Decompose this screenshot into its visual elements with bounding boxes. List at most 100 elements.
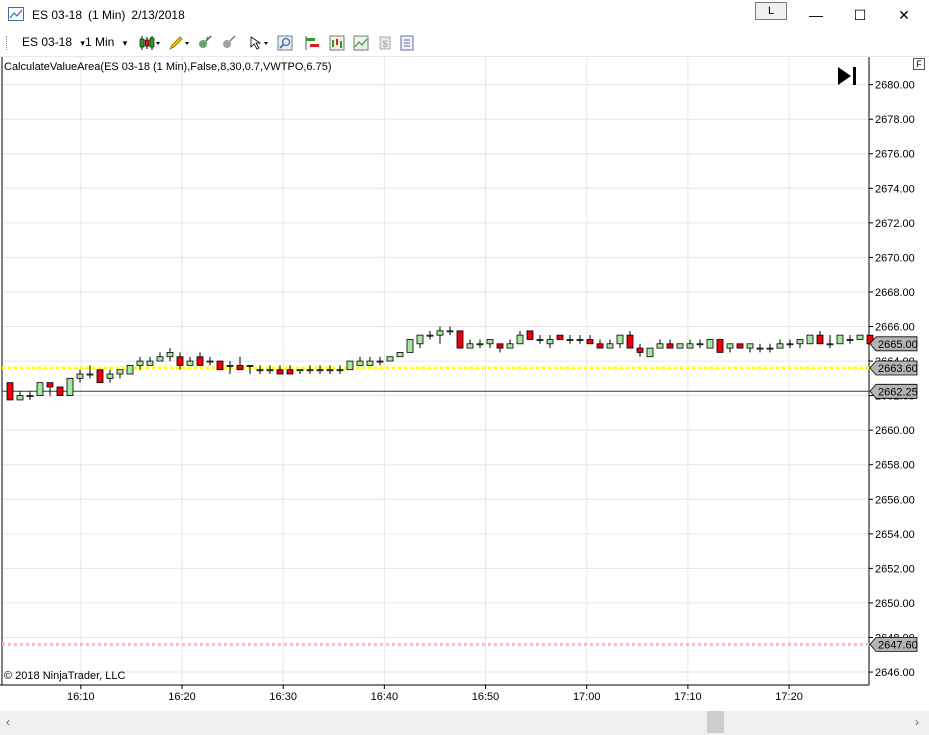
candle [616, 334, 624, 349]
candle [106, 369, 114, 383]
value-area-low-marker: 2647.60 [869, 637, 918, 652]
candle-body [76, 373, 84, 379]
candle-body [396, 352, 404, 358]
candle-body [216, 360, 224, 371]
time-tick-label: 16:30 [269, 691, 297, 703]
candle-body [266, 369, 274, 372]
candle-body [26, 395, 34, 398]
time-tick-label: 16:20 [168, 691, 196, 703]
price-tick-label: 2650.00 [875, 598, 915, 610]
candle-body [236, 364, 244, 371]
candle-body [406, 339, 414, 353]
price-tick-label: 2658.00 [875, 460, 915, 472]
candle-body [726, 343, 734, 349]
candle [596, 339, 604, 349]
candle [696, 339, 704, 349]
candle [426, 330, 434, 340]
candle [446, 326, 454, 336]
candle-body [276, 369, 284, 375]
scroll-thumb[interactable] [707, 711, 724, 733]
time-tick-label: 16:40 [371, 691, 399, 703]
candle [676, 343, 684, 349]
candle [66, 377, 74, 397]
candle [486, 339, 494, 349]
candle [186, 356, 194, 366]
candle-body [816, 334, 824, 345]
candle-body [416, 334, 424, 345]
candle-body [776, 343, 784, 349]
flat-position-badge[interactable]: F [913, 58, 925, 70]
candle-body [556, 334, 564, 340]
candle [816, 330, 824, 345]
candle [536, 335, 544, 344]
candle [826, 335, 834, 349]
indicator-label: CalculateValueArea(ES 03-18 (1 Min),Fals… [4, 61, 332, 73]
candle [96, 369, 104, 384]
candle-body [46, 382, 54, 388]
candle-body [206, 360, 214, 363]
candle-body [826, 343, 834, 346]
candle-body [86, 373, 94, 376]
last-price-marker: 2665.00 [869, 336, 918, 352]
candle-body [796, 339, 804, 345]
copyright-text: © 2018 NinjaTrader, LLC [4, 670, 126, 682]
candle [856, 334, 864, 340]
candle-body [256, 369, 264, 372]
candle [406, 339, 414, 353]
candle-body [426, 334, 434, 337]
candle [126, 364, 134, 375]
value-area-high-marker: 2663.60 [869, 360, 918, 376]
value-area-high-marker-text: 2663.60 [878, 363, 918, 375]
candle [346, 360, 354, 371]
candle-body [136, 360, 144, 366]
jump-to-end-icon[interactable] [838, 67, 856, 85]
candle-body [6, 382, 14, 401]
candle-body [316, 369, 324, 372]
candle-body [606, 343, 614, 349]
candle [436, 326, 444, 344]
candle [726, 343, 734, 353]
candle-body [806, 334, 814, 345]
candle [746, 343, 754, 353]
scroll-right-icon[interactable]: › [915, 715, 919, 729]
candle-body [196, 356, 204, 366]
candle-body [226, 364, 234, 367]
candle-body [646, 347, 654, 358]
candle-body [626, 334, 634, 349]
price-tick-label: 2680.00 [875, 80, 915, 92]
price-tick-label: 2666.00 [875, 322, 915, 334]
candle-body [736, 343, 744, 349]
candle-body [586, 339, 594, 345]
time-axis-labels: 16:10 16:20 16:30 16:40 16:50 17:00 17:10 17:20 [67, 685, 803, 703]
candle-body [386, 356, 394, 362]
candle-body [566, 339, 574, 341]
candle-body [616, 334, 624, 345]
candle-body [706, 339, 714, 349]
candle [846, 335, 854, 344]
time-tick-label: 17:10 [674, 691, 702, 703]
candle-body [66, 377, 74, 397]
horizontal-scrollbar[interactable]: ‹ › [0, 711, 929, 735]
candle [416, 334, 424, 349]
candle-body [246, 364, 254, 367]
candle-body [696, 343, 704, 346]
scroll-left-icon[interactable]: ‹ [6, 715, 10, 729]
candle [586, 335, 594, 345]
price-chart[interactable]: 2680.00 2678.00 2676.00 2674.00 2672.00 2670.… [0, 0, 929, 711]
candle-body [116, 369, 124, 375]
price-tick-label: 2672.00 [875, 218, 915, 230]
candle [756, 343, 764, 353]
candle [576, 335, 584, 344]
candle-body [36, 382, 44, 397]
candle [636, 343, 644, 357]
candle [766, 343, 774, 353]
candle [556, 334, 564, 340]
candle [546, 335, 554, 349]
candle-body [56, 386, 64, 397]
candle-body [126, 364, 134, 375]
poc-marker-text: 2662.25 [878, 386, 918, 398]
candle [16, 391, 24, 401]
candle [276, 365, 284, 375]
candle [356, 356, 364, 366]
price-tick-label: 2674.00 [875, 183, 915, 195]
